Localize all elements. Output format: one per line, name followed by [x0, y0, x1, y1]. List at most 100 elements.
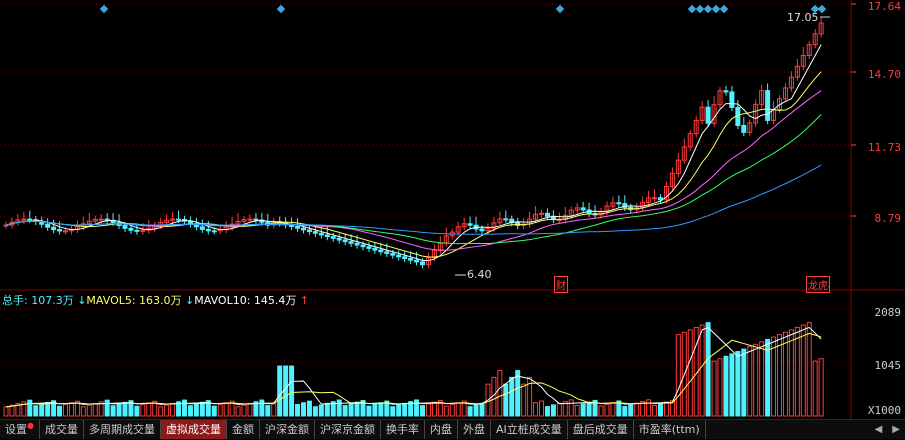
volume-bar: [235, 406, 241, 417]
signal-diamond-icon: [687, 4, 697, 14]
volume-bar: [259, 399, 265, 417]
volume-bar: [812, 360, 818, 417]
volume-bar: [348, 403, 354, 417]
tab-ai-volume[interactable]: AI立桩成交量: [491, 420, 568, 439]
arrow-up-icon: ↑: [299, 294, 310, 307]
candle-body: [247, 218, 253, 221]
candle-body: [479, 228, 485, 232]
volume-bar: [806, 322, 812, 417]
tab-outer-volume[interactable]: 外盘: [458, 420, 491, 439]
signal-diamond-icon: [695, 4, 705, 14]
candle-body: [176, 218, 182, 221]
candle-body: [21, 218, 27, 221]
volume-bar: [782, 331, 788, 417]
volume-bar: [717, 358, 723, 417]
volume-bar: [675, 334, 681, 417]
volume-bar: [788, 329, 794, 417]
candle-body: [402, 256, 408, 260]
ma5-line: [5, 44, 822, 262]
volume-bar: [628, 404, 634, 417]
volume-bar: [402, 402, 408, 417]
signal-diamond-icon: [711, 4, 721, 14]
candle-body: [104, 218, 110, 221]
high-price-label: 17.05: [787, 11, 819, 24]
candle-body: [467, 223, 473, 226]
volume-bar: [568, 399, 574, 417]
tab-turnover-rate[interactable]: 换手率: [381, 420, 425, 439]
volume-bar: [735, 351, 741, 417]
tab-virtual-volume[interactable]: 虚拟成交量: [160, 420, 227, 439]
volume-bar: [431, 401, 437, 417]
volume-bar: [277, 365, 283, 417]
tab-settings[interactable]: 设置●: [0, 420, 40, 439]
mavol10-label: MAVOL10: 145.4万: [194, 294, 297, 307]
tab-multi-period-volume[interactable]: 多周期成交量: [84, 420, 161, 439]
volume-unit: X1000: [867, 404, 901, 417]
candle-body: [301, 227, 306, 231]
volume-bar: [86, 404, 92, 417]
candle-body: [336, 237, 342, 241]
vol-ma10-line: [5, 332, 822, 408]
prev-arrow-icon[interactable]: ◀: [870, 424, 888, 435]
tab-sh-sz-amount[interactable]: 沪深金额: [260, 420, 315, 439]
volume-bar: [550, 404, 556, 417]
kline-chart[interactable]: [0, 0, 905, 438]
volume-bar: [800, 324, 806, 417]
volume-bar: [521, 383, 527, 417]
candle-body: [705, 106, 711, 124]
tab-after-hours-volume[interactable]: 盘后成交量: [568, 420, 634, 439]
volume-bar: [610, 402, 616, 417]
tab-amount[interactable]: 金额: [227, 420, 260, 439]
volume-bar: [390, 406, 396, 417]
volume-bar: [741, 348, 747, 417]
next-arrow-icon[interactable]: ▶: [887, 424, 905, 435]
signal-diamond-icon: [817, 4, 827, 14]
candle-body: [122, 225, 128, 229]
event-marker-finance[interactable]: 财: [554, 276, 568, 293]
volume-bar: [158, 406, 164, 417]
volume-bar: [533, 402, 539, 417]
volume-info-bar: 总手: 107.3万 ↓MAVOL5: 163.0万 ↓MAVOL10: 145…: [2, 292, 309, 308]
price-tick-4: 8.79: [874, 212, 902, 225]
candle-body: [312, 231, 318, 234]
volume-bar: [68, 402, 74, 417]
candle-body: [128, 227, 134, 231]
candle-body: [384, 251, 390, 254]
volume-ma-lines: [5, 326, 822, 408]
candle-body: [27, 218, 33, 221]
volume-bar: [80, 406, 86, 417]
event-marker-dragon-tiger[interactable]: 龙虎榜: [806, 276, 830, 293]
tab-volume[interactable]: 成交量: [40, 420, 84, 439]
ma20-line: [5, 90, 822, 251]
tab-pe-ttm[interactable]: 市盈率(ttm): [634, 420, 706, 439]
volume-bar: [687, 329, 693, 417]
candle-body: [372, 247, 378, 251]
volume-bar: [658, 403, 663, 417]
candle-body: [98, 218, 104, 221]
volume-bar: [711, 360, 717, 417]
volume-bar: [759, 341, 765, 417]
volume-bar: [265, 405, 271, 417]
volume-bar: [116, 403, 122, 417]
mavol5-label: MAVOL5: 163.0万: [86, 294, 182, 307]
volume-tick-mid: 1045: [874, 359, 902, 372]
candle-body: [134, 229, 140, 232]
volume-bar: [515, 370, 521, 417]
candle-body: [414, 259, 420, 263]
volume-bar: [45, 401, 51, 417]
moving-average-lines: [5, 44, 822, 262]
tab-sh-sz-bj-amount[interactable]: 沪深京金额: [315, 420, 381, 439]
volume-bar: [9, 404, 15, 417]
volume-bar: [187, 405, 193, 417]
vol-ma5-line: [5, 326, 822, 408]
volume-bar: [92, 403, 98, 417]
volume-bar: [57, 405, 63, 417]
volume-bar: [110, 405, 116, 417]
tab-inner-volume[interactable]: 内盘: [425, 420, 458, 439]
price-tick-2: 14.70: [867, 68, 901, 81]
ma10-line: [5, 71, 822, 258]
volume-bar: [366, 405, 372, 417]
indicator-tab-bar: 设置● 成交量 多周期成交量 虚拟成交量 金额 沪深金额 沪深京金额 换手率 内…: [0, 419, 905, 439]
volume-bar: [556, 402, 562, 417]
volume-bar: [241, 404, 247, 417]
